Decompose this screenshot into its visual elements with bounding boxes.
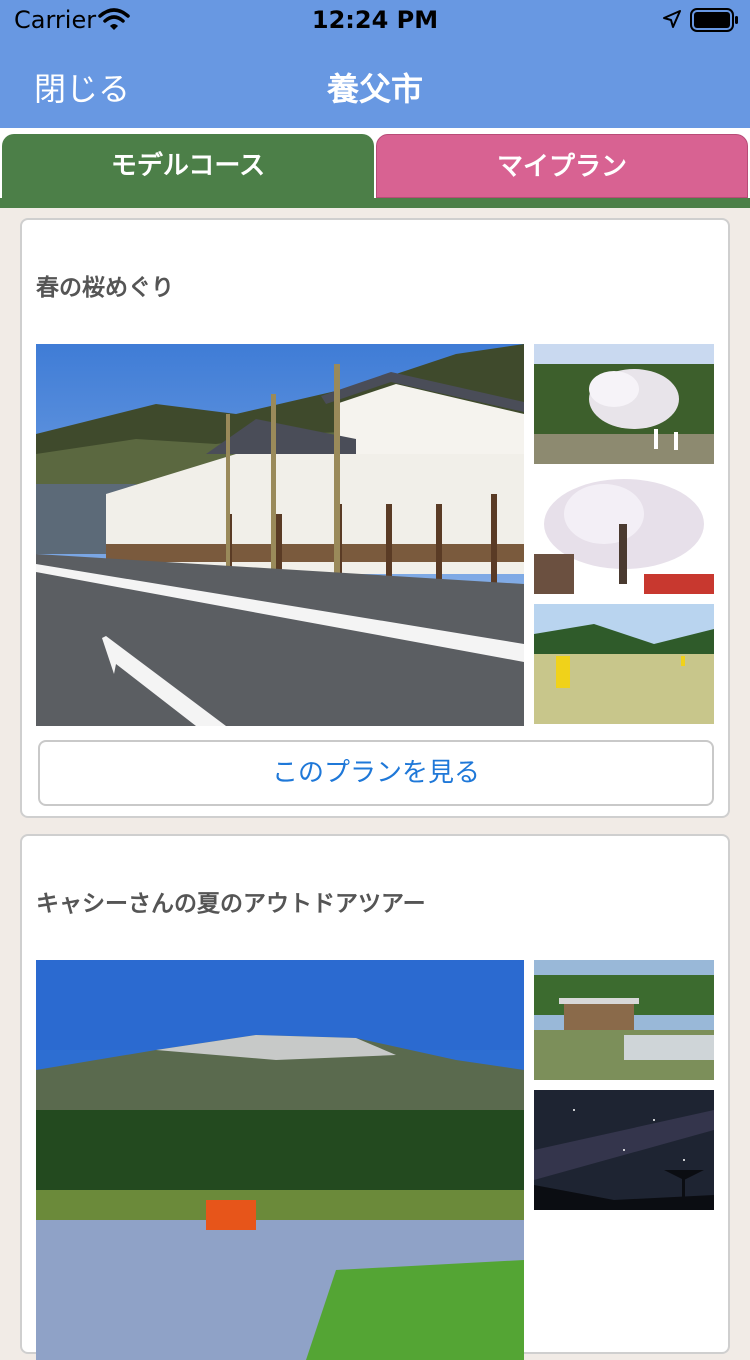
status-bar: Carrier 12:24 PM [0,0,750,40]
location-arrow-icon [662,9,682,33]
battery-icon [690,8,740,36]
main-photo [36,960,524,1360]
tab-indicator [0,198,750,208]
plan-title: キャシーさんの夏のアウトドアツアー [36,891,426,917]
plan-title: 春の桜めぐり [36,275,174,301]
sub-photo [534,604,714,724]
plan-card: キャシーさんの夏のアウトドアツアー [20,834,730,1360]
tab-bar: モデルコース マイプラン [0,128,750,208]
tab-model-course[interactable]: モデルコース [2,134,374,204]
status-time: 12:24 PM [311,6,439,34]
sub-photo [534,960,714,1080]
plan-card: 春の桜めぐり このプランを見る [20,218,730,818]
main-photo [36,344,524,726]
tab-my-plan[interactable]: マイプラン [376,134,748,198]
sub-photo [534,1090,714,1210]
sub-photo [534,474,714,594]
sub-photo [534,344,714,464]
view-plan-button[interactable]: このプランを見る [38,740,714,806]
navigation-bar: 閉じる 養父市 [0,40,750,128]
page-title: 養父市 [326,70,423,108]
